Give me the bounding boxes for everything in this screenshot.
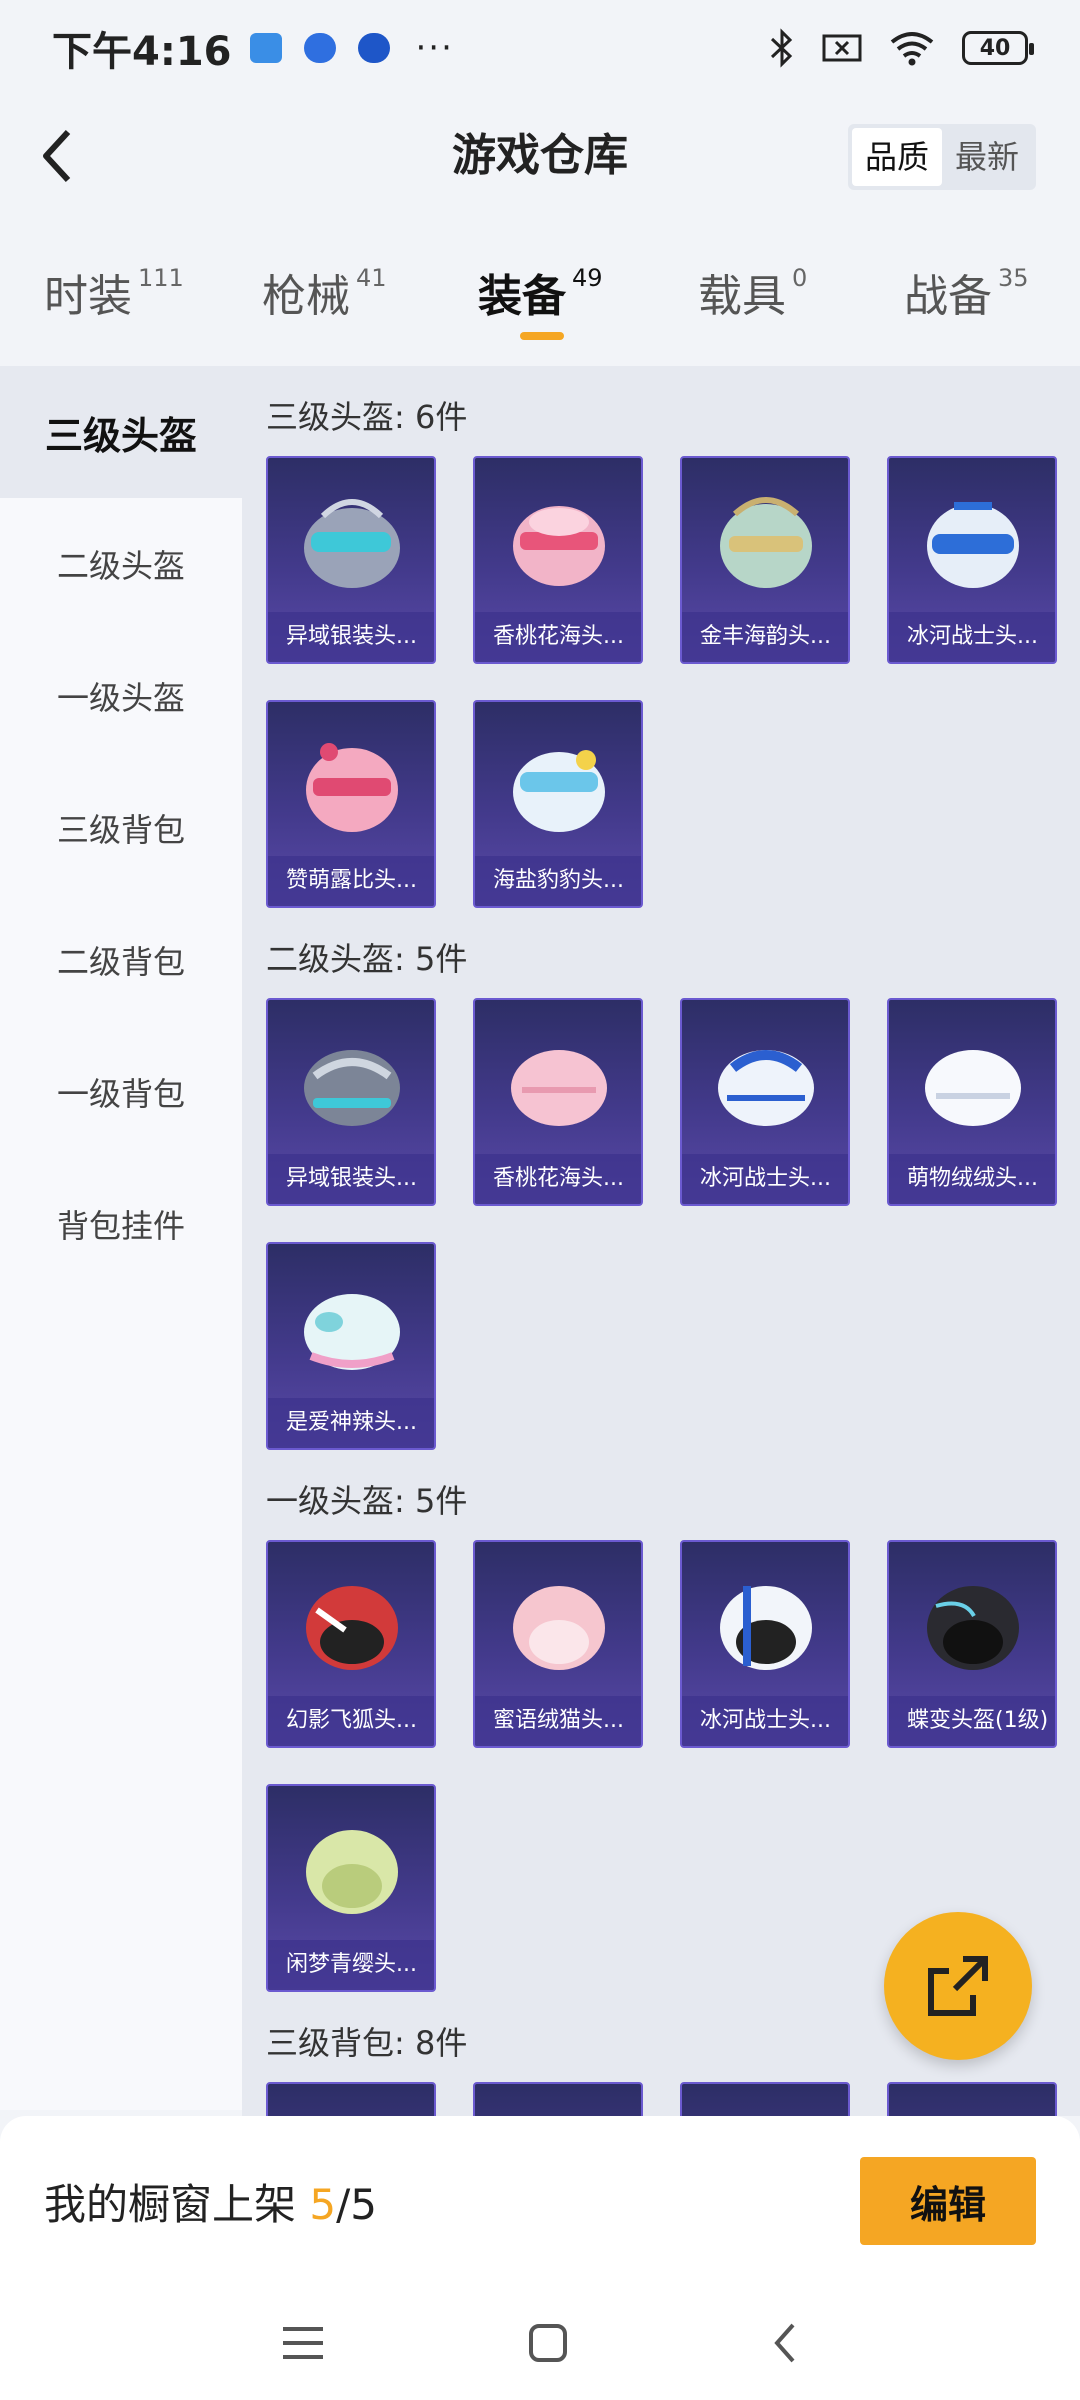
shelf-count: 5 bbox=[309, 2179, 337, 2229]
helmet-icon bbox=[927, 1586, 1019, 1670]
item-card[interactable]: 萌物绒绒头... bbox=[887, 998, 1057, 1206]
helmet-icon bbox=[718, 1050, 814, 1126]
sidebar-item-level3-helmet[interactable]: 三级头盔 bbox=[0, 366, 242, 498]
item-card[interactable]: 是爱神辣头... bbox=[266, 1242, 436, 1450]
tab-vehicles[interactable]: 载具 0 bbox=[698, 260, 807, 324]
sidebar-item-level2-helmet[interactable]: 二级头盔 bbox=[0, 498, 242, 630]
item-card[interactable]: 冰河战士头... bbox=[680, 998, 850, 1206]
helmet-icon bbox=[511, 1050, 607, 1126]
location-app-icon bbox=[357, 33, 390, 63]
section-title: 三级背包: 8件 bbox=[266, 2024, 468, 2062]
shelf-bar: 我的橱窗上架 5/5 编辑 bbox=[0, 2116, 1080, 2286]
menu-icon[interactable] bbox=[281, 2325, 325, 2361]
home-icon[interactable] bbox=[528, 2323, 568, 2363]
helmet-icon bbox=[720, 1586, 812, 1670]
helmet-icon bbox=[925, 1050, 1021, 1126]
sidebar-item-level3-backpack[interactable]: 三级背包 bbox=[0, 762, 242, 894]
helmet-icon bbox=[513, 506, 605, 586]
section-title: 三级头盔: 6件 bbox=[266, 398, 468, 436]
wifi-icon bbox=[890, 32, 934, 66]
tab-count: 111 bbox=[138, 264, 184, 292]
share-icon bbox=[928, 1956, 988, 2016]
edit-button[interactable]: 编辑 bbox=[860, 2157, 1036, 2245]
tab-count: 35 bbox=[998, 264, 1029, 292]
app-header: 游戏仓库 品质 最新 bbox=[0, 96, 1080, 216]
sort-quality-button[interactable]: 品质 bbox=[852, 128, 942, 186]
helmet-icon bbox=[927, 502, 1019, 588]
helmet-icon bbox=[306, 1830, 398, 1914]
tab-count: 41 bbox=[356, 264, 387, 292]
no-sim-icon bbox=[822, 34, 862, 62]
item-card[interactable]: 蝶变头盔(1级) bbox=[887, 1540, 1057, 1748]
shelf-status: 我的橱窗上架 5/5 bbox=[44, 2179, 377, 2229]
sort-toggle: 品质 最新 bbox=[848, 124, 1036, 190]
shelf-total: /5 bbox=[336, 2179, 377, 2229]
helmet-icon bbox=[306, 743, 398, 832]
sidebar-item-level2-backpack[interactable]: 二级背包 bbox=[0, 894, 242, 1026]
sidebar-item-backpack-pendant[interactable]: 背包挂件 bbox=[0, 1158, 242, 1290]
system-nav-bar bbox=[0, 2286, 1080, 2400]
item-card[interactable] bbox=[680, 2082, 850, 2116]
item-card[interactable]: 香桃花海头... bbox=[473, 998, 643, 1206]
helmet-icon bbox=[304, 1294, 400, 1370]
tab-count: 0 bbox=[792, 264, 808, 292]
item-card[interactable]: 冰河战士头... bbox=[680, 1540, 850, 1748]
tab-guns[interactable]: 枪械 41 bbox=[262, 260, 387, 324]
helmet-icon bbox=[720, 497, 812, 588]
item-card[interactable]: 赞萌露比头... bbox=[266, 700, 436, 908]
bluetooth-icon bbox=[770, 28, 793, 68]
item-card[interactable]: 海盐豹豹头... bbox=[473, 700, 643, 908]
helmet-icon bbox=[513, 750, 605, 832]
item-card[interactable]: 异域银装头... bbox=[266, 456, 436, 664]
status-time: 下午4:16 bbox=[52, 29, 232, 75]
item-card[interactable] bbox=[266, 2082, 436, 2116]
card-app-icon bbox=[249, 33, 282, 63]
section-title: 一级头盔: 5件 bbox=[266, 1482, 468, 1520]
active-tab-indicator bbox=[520, 332, 564, 340]
item-card[interactable]: 闲梦青缨头... bbox=[266, 1784, 436, 1992]
battery-icon: 40 bbox=[962, 31, 1034, 65]
share-button[interactable] bbox=[884, 1912, 1032, 2060]
chevron-left-icon bbox=[43, 129, 71, 183]
helmet-icon bbox=[306, 1586, 398, 1670]
item-card[interactable]: 冰河战士头... bbox=[887, 456, 1057, 664]
status-bar: 下午4:16 ··· 40 bbox=[0, 0, 1080, 96]
helmet-icon bbox=[513, 1586, 605, 1670]
item-card[interactable]: 香桃花海头... bbox=[473, 456, 643, 664]
sidebar-item-level1-backpack[interactable]: 一级背包 bbox=[0, 1026, 242, 1158]
item-card[interactable]: 幻影飞狐头... bbox=[266, 1540, 436, 1748]
item-card[interactable] bbox=[887, 2082, 1057, 2116]
helmet-icon bbox=[304, 499, 400, 588]
back-button[interactable] bbox=[28, 126, 88, 186]
item-card[interactable]: 金丰海韵头... bbox=[680, 456, 850, 664]
section-title: 二级头盔: 5件 bbox=[266, 940, 468, 978]
paw-app-icon bbox=[303, 33, 336, 63]
helmet-icon bbox=[304, 1050, 400, 1126]
item-grid: 三级头盔: 6件 异域银装头... 香桃花海头... 金丰海韵头... 冰河战士… bbox=[242, 366, 1080, 2116]
category-tabs: 时装 111 枪械 41 装备 49 载具 0 战备 35 bbox=[0, 216, 1080, 366]
sort-newest-button[interactable]: 最新 bbox=[942, 128, 1032, 186]
sidebar-item-level1-helmet[interactable]: 一级头盔 bbox=[0, 630, 242, 762]
tab-equipment[interactable]: 装备 49 bbox=[478, 260, 603, 340]
item-card[interactable]: 异域银装头... bbox=[266, 998, 436, 1206]
item-card[interactable]: 蜜语绒猫头... bbox=[473, 1540, 643, 1748]
back-nav-icon[interactable] bbox=[771, 2321, 799, 2365]
item-card[interactable] bbox=[473, 2082, 643, 2116]
tab-count: 49 bbox=[572, 264, 603, 292]
tab-gear[interactable]: 战备 35 bbox=[904, 260, 1029, 324]
more-notifications-icon: ··· bbox=[415, 28, 454, 68]
subcategory-sidebar: 三级头盔 二级头盔 一级头盔 三级背包 二级背包 一级背包 背包挂件 bbox=[0, 366, 242, 2110]
tab-fashion[interactable]: 时装 111 bbox=[44, 260, 184, 324]
